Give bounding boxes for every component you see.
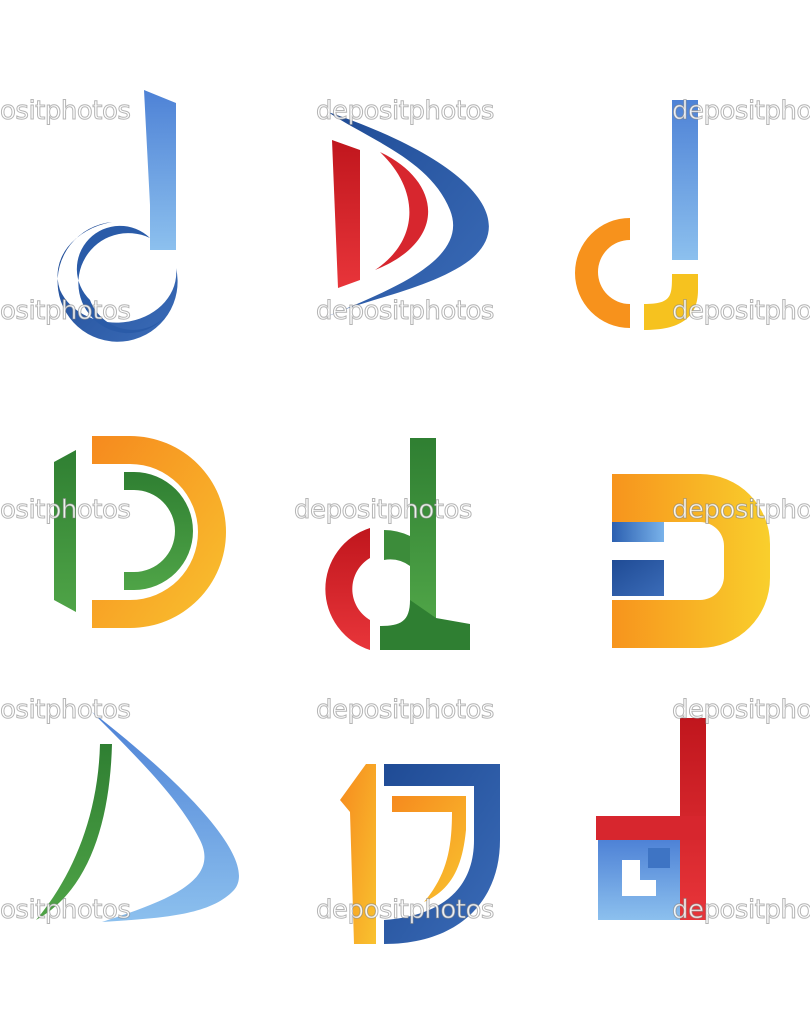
logo5-green-bowl xyxy=(384,530,410,566)
logo9-red-bar xyxy=(596,816,706,840)
logo6-blue-bar-top xyxy=(612,522,664,542)
logo-letter-d-red-blue-sail xyxy=(324,112,489,318)
logo-set-canvas xyxy=(36,90,770,944)
logo-letter-d-green-blue-sail xyxy=(36,712,239,922)
logo8-blue-shield xyxy=(384,764,500,944)
logo6-blue-bar-bottom xyxy=(612,560,664,596)
logo9-blue-square xyxy=(648,848,670,868)
logo5-green-stem xyxy=(410,438,436,618)
logo-letter-d-blue-swirl xyxy=(57,90,178,342)
logo-letter-d-red-blue-squares xyxy=(596,718,706,920)
logo7-green-stroke xyxy=(36,744,112,920)
logo-letter-d-orange-blue xyxy=(575,100,698,330)
logo4-orange-ring xyxy=(92,436,226,628)
logo8-orange-inner xyxy=(392,796,466,902)
logo3-blue-stem xyxy=(672,100,698,260)
logo8-orange-stem xyxy=(340,764,376,944)
logo3-orange-arc xyxy=(575,218,630,328)
logo-letter-d-orange-blue-shield xyxy=(340,764,500,944)
logo-letter-d-orange-yellow-blocks xyxy=(612,474,770,648)
logo3-yellow-hook xyxy=(644,274,698,330)
logo7-blue-sail xyxy=(92,712,239,922)
logo5-red-bowl xyxy=(325,528,370,650)
logo-letter-d-green-orange-rings xyxy=(54,436,226,628)
logo4-green-stem xyxy=(54,450,76,612)
logo2-red-stem xyxy=(332,140,360,288)
logo-letter-d-red-green-lowercase xyxy=(325,438,470,650)
logo1-stem xyxy=(144,90,176,250)
logo4-green-ring xyxy=(124,472,193,590)
